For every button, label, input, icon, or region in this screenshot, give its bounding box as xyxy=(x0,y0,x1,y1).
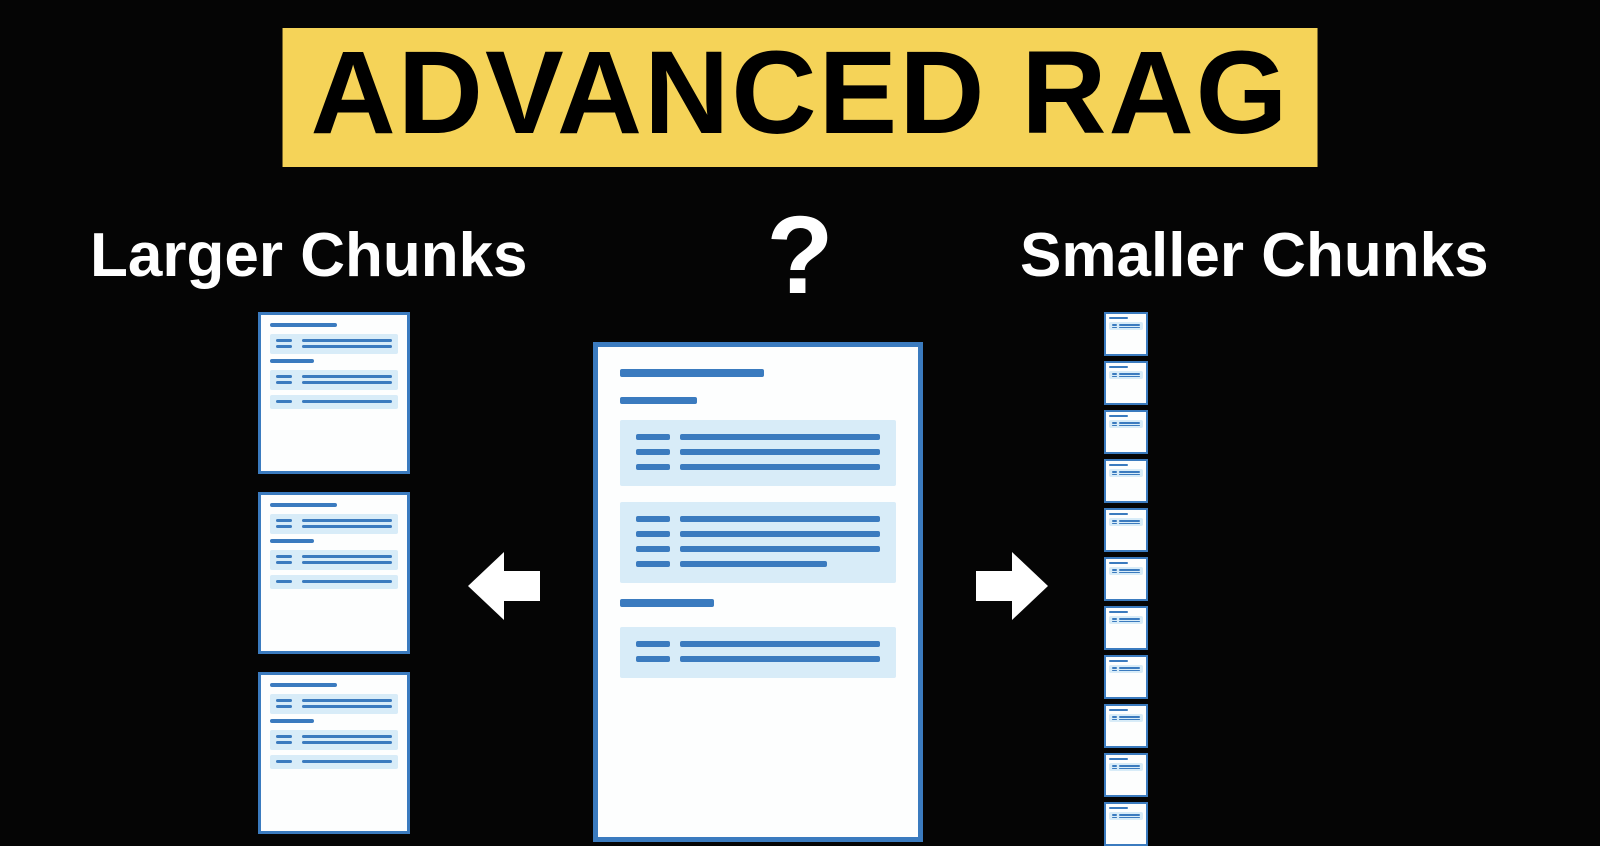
chunk-small xyxy=(1104,753,1148,797)
doc-section xyxy=(620,420,896,486)
doc-section xyxy=(620,627,896,678)
chunk-small xyxy=(1104,606,1148,650)
chunk-small xyxy=(1104,655,1148,699)
chunk-large xyxy=(258,672,410,834)
chunk-small xyxy=(1104,361,1148,405)
doc-section xyxy=(620,502,896,583)
chunk-small xyxy=(1104,410,1148,454)
chunk-large xyxy=(258,492,410,654)
doc-subheading-line xyxy=(620,397,697,404)
chunk-small xyxy=(1104,508,1148,552)
label-smaller-chunks: Smaller Chunks xyxy=(1020,220,1489,291)
question-mark: ? xyxy=(766,192,833,319)
arrow-right-icon xyxy=(976,552,1048,620)
doc-heading-line xyxy=(620,369,764,377)
chunk-large xyxy=(258,312,410,474)
chunk-small xyxy=(1104,312,1148,356)
chunk-small xyxy=(1104,459,1148,503)
center-document xyxy=(593,342,923,842)
chunk-small xyxy=(1104,704,1148,748)
arrow-left-icon xyxy=(468,552,540,620)
chunk-small xyxy=(1104,802,1148,846)
smaller-chunks-column xyxy=(1104,312,1148,846)
doc-subheading-line xyxy=(620,599,714,607)
label-larger-chunks: Larger Chunks xyxy=(90,220,528,291)
title-banner: ADVANCED RAG xyxy=(283,28,1318,167)
larger-chunks-column xyxy=(258,312,410,834)
chunk-small xyxy=(1104,557,1148,601)
